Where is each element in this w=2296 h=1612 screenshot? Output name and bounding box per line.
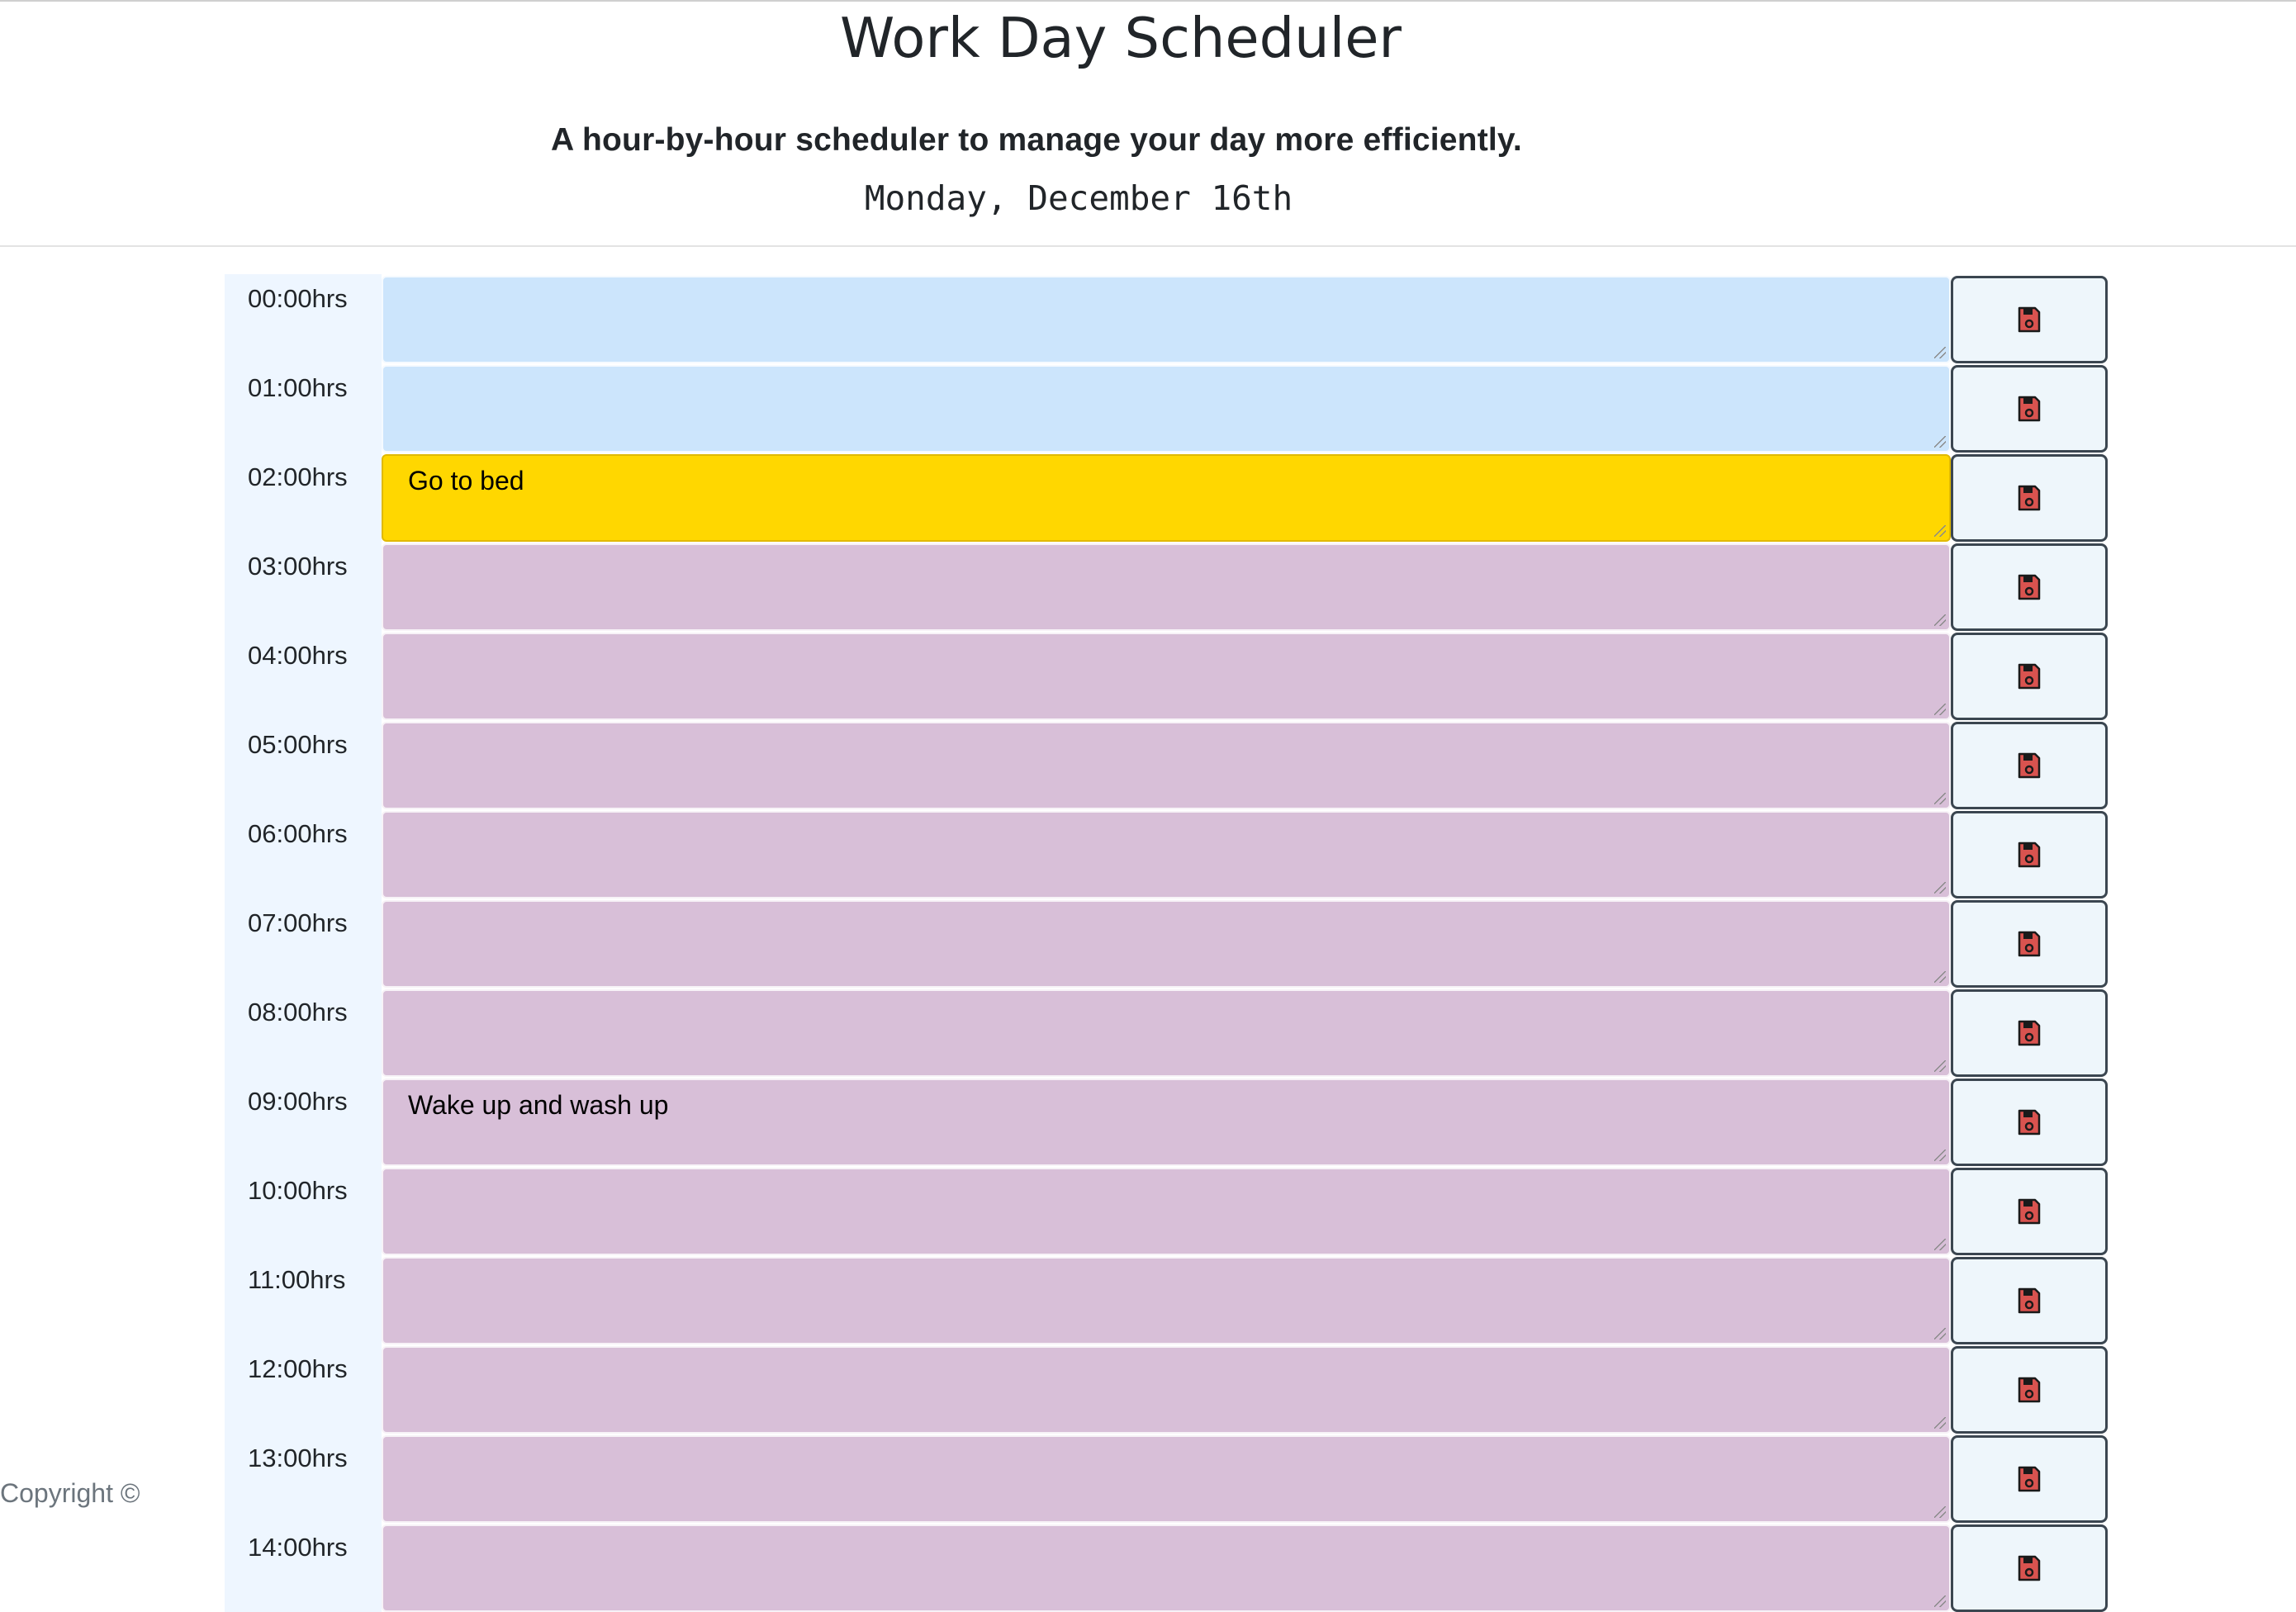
time-block: 10:00hrs: [225, 1166, 2108, 1255]
hour-label: 05:00hrs: [225, 720, 382, 809]
save-button[interactable]: [1951, 1346, 2108, 1434]
hour-label: 10:00hrs: [225, 1166, 382, 1255]
event-description[interactable]: [382, 543, 1951, 631]
page-title: Work Day Scheduler: [840, 6, 1402, 70]
event-description[interactable]: [382, 811, 1951, 898]
time-block: 04:00hrs: [225, 631, 2108, 720]
event-description[interactable]: Go to bed: [382, 454, 1951, 542]
floppy-disk-icon: [2018, 1377, 2041, 1403]
floppy-disk-icon: [2018, 1287, 2041, 1314]
floppy-disk-icon: [2018, 306, 2041, 333]
time-block: 00:00hrs: [225, 274, 2108, 363]
save-button[interactable]: [1951, 365, 2108, 453]
time-block: 06:00hrs: [225, 809, 2108, 898]
event-description[interactable]: [382, 1257, 1951, 1344]
schedule-container: 00:00hrs 01:00hrs 02:00hrs Go to bed 03:…: [225, 274, 2108, 1612]
floppy-disk-icon: [2018, 1555, 2041, 1581]
time-block: 03:00hrs: [225, 542, 2108, 631]
event-description[interactable]: [382, 1168, 1951, 1255]
save-button[interactable]: [1951, 454, 2108, 542]
hour-label: 06:00hrs: [225, 809, 382, 898]
hour-label: 12:00hrs: [225, 1344, 382, 1434]
current-day: Monday, December 16th: [864, 178, 1293, 218]
time-block: 09:00hrs Wake up and wash up: [225, 1077, 2108, 1166]
hour-label: 14:00hrs: [225, 1523, 382, 1612]
save-button[interactable]: [1951, 811, 2108, 898]
hour-label: 11:00hrs: [225, 1255, 382, 1344]
time-block: 12:00hrs: [225, 1344, 2108, 1434]
event-description[interactable]: [382, 365, 1951, 453]
copyright-text: Copyright ©: [0, 1478, 140, 1508]
hour-label: 02:00hrs: [225, 453, 382, 542]
event-description[interactable]: [382, 900, 1951, 988]
save-button[interactable]: [1951, 722, 2108, 809]
hour-label: 08:00hrs: [225, 988, 382, 1077]
hour-label: 09:00hrs: [225, 1077, 382, 1166]
floppy-disk-icon: [2018, 842, 2041, 868]
floppy-disk-icon: [2018, 574, 2041, 600]
page-header: Work Day Scheduler A hour-by-hour schedu…: [0, 2, 2296, 247]
hour-label: 13:00hrs: [225, 1434, 382, 1523]
floppy-disk-icon: [2018, 1466, 2041, 1492]
event-description[interactable]: [382, 633, 1951, 720]
time-block: 08:00hrs: [225, 988, 2108, 1077]
event-description[interactable]: Wake up and wash up: [382, 1079, 1951, 1166]
save-button[interactable]: [1951, 633, 2108, 720]
time-block: 05:00hrs: [225, 720, 2108, 809]
floppy-disk-icon: [2018, 752, 2041, 779]
event-description[interactable]: [382, 1346, 1951, 1434]
save-button[interactable]: [1951, 276, 2108, 363]
event-description[interactable]: [382, 989, 1951, 1077]
hour-label: 03:00hrs: [225, 542, 382, 631]
hour-label: 07:00hrs: [225, 898, 382, 988]
floppy-disk-icon: [2018, 1198, 2041, 1225]
time-block: 01:00hrs: [225, 363, 2108, 453]
time-block: 14:00hrs: [225, 1523, 2108, 1612]
hour-label: 00:00hrs: [225, 274, 382, 363]
save-button[interactable]: [1951, 543, 2108, 631]
floppy-disk-icon: [2018, 396, 2041, 422]
time-block: 07:00hrs: [225, 898, 2108, 988]
time-block: 13:00hrs: [225, 1434, 2108, 1523]
save-button[interactable]: [1951, 1257, 2108, 1344]
save-button[interactable]: [1951, 1168, 2108, 1255]
event-description[interactable]: [382, 1435, 1951, 1523]
floppy-disk-icon: [2018, 663, 2041, 690]
save-button[interactable]: [1951, 1079, 2108, 1166]
hour-label: 01:00hrs: [225, 363, 382, 453]
time-block: 11:00hrs: [225, 1255, 2108, 1344]
floppy-disk-icon: [2018, 485, 2041, 511]
hour-label: 04:00hrs: [225, 631, 382, 720]
save-button[interactable]: [1951, 1435, 2108, 1523]
page-subtitle: A hour-by-hour scheduler to manage your …: [551, 122, 1522, 158]
floppy-disk-icon: [2018, 931, 2041, 957]
floppy-disk-icon: [2018, 1020, 2041, 1046]
event-description[interactable]: [382, 276, 1951, 363]
floppy-disk-icon: [2018, 1109, 2041, 1136]
save-button[interactable]: [1951, 989, 2108, 1077]
event-description[interactable]: [382, 722, 1951, 809]
save-button[interactable]: [1951, 900, 2108, 988]
time-block: 02:00hrs Go to bed: [225, 453, 2108, 542]
